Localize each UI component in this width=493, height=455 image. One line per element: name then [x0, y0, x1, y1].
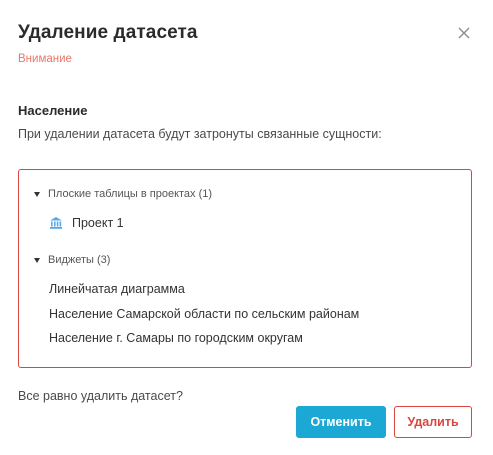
widget-item[interactable]: Население г. Самары по городским округам — [49, 331, 303, 345]
caret-down-icon — [34, 191, 40, 197]
dataset-name: Население — [18, 103, 88, 118]
widget-item[interactable]: Население Самарской области по сельским … — [49, 307, 359, 321]
bank-building-icon — [49, 216, 63, 230]
group-label: Виджеты (3) — [48, 254, 111, 266]
related-entities-box: Плоские таблицы в проектах (1) Проект 1 … — [18, 169, 472, 368]
group-toggle-widgets[interactable]: Виджеты (3) — [34, 254, 110, 266]
caret-down-icon — [34, 257, 40, 263]
widget-label: Население Самарской области по сельским … — [49, 307, 360, 321]
dialog-title: Удаление датасета — [18, 22, 198, 43]
cancel-button[interactable]: Отменить — [296, 406, 386, 438]
close-icon[interactable] — [456, 25, 472, 41]
group-label: Плоские таблицы в проектах (1) — [48, 188, 213, 200]
warning-label: Внимание — [18, 53, 72, 65]
delete-dataset-dialog: Удаление датасета Внимание Население При… — [0, 0, 493, 455]
widget-item[interactable]: Линейчатая диаграмма — [49, 282, 185, 296]
confirm-question: Все равно удалить датасет? — [18, 389, 183, 403]
delete-button[interactable]: Удалить — [394, 406, 472, 438]
group-toggle-tables[interactable]: Плоские таблицы в проектах (1) — [34, 188, 212, 200]
project-label: Проект 1 — [72, 216, 124, 230]
widget-label: Линейчатая диаграмма — [49, 282, 185, 296]
project-item[interactable]: Проект 1 — [49, 216, 124, 230]
widget-label: Население г. Самары по городским округам — [49, 331, 303, 345]
description-text: При удалении датасета будут затронуты св… — [18, 127, 382, 141]
